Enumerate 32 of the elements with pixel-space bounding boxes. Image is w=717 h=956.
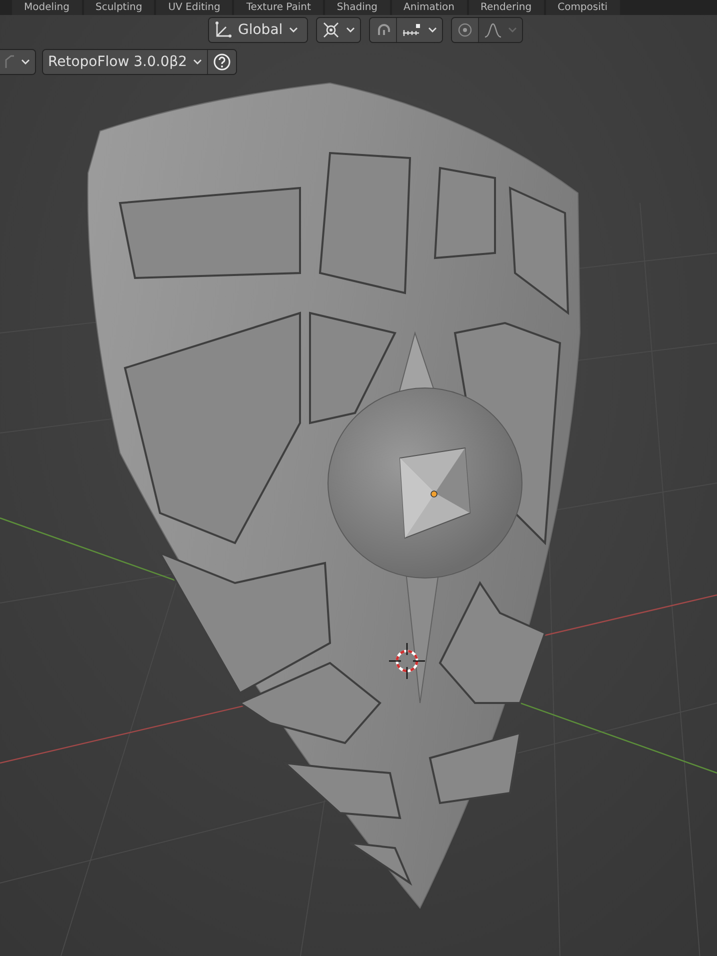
help-icon xyxy=(213,53,232,71)
caret-icon xyxy=(508,27,517,33)
bell-curve-icon xyxy=(484,22,502,38)
mode-dropdown[interactable] xyxy=(0,50,35,74)
workspace-tab[interactable]: UV Editing xyxy=(156,0,232,15)
3d-cursor-icon xyxy=(388,642,426,680)
pivot-icon xyxy=(322,21,340,39)
workspace-tab[interactable]: Texture Paint xyxy=(234,0,323,15)
axes-icon xyxy=(214,21,232,39)
increment-icon xyxy=(402,22,422,38)
caret-icon xyxy=(288,27,298,33)
tool-icon xyxy=(5,55,15,69)
workspace-tab[interactable]: Rendering xyxy=(468,0,544,15)
proportional-editing-toggle[interactable] xyxy=(452,18,479,42)
origin-dot xyxy=(430,490,438,498)
transform-orientation-dropdown[interactable]: Global xyxy=(209,18,307,42)
workspace-tab[interactable]: Animation xyxy=(392,0,467,15)
workspace-tab[interactable]: Compositi xyxy=(546,0,620,15)
snap-toggle[interactable] xyxy=(370,18,397,42)
workspace-tab[interactable]: Shading xyxy=(324,0,390,15)
help-button[interactable] xyxy=(208,50,236,74)
caret-icon xyxy=(21,59,30,65)
workspace-tab[interactable]: Modeling xyxy=(12,0,82,15)
pivot-point-dropdown[interactable] xyxy=(317,18,360,42)
magnet-icon xyxy=(375,22,391,38)
caret-icon xyxy=(428,27,437,33)
caret-icon xyxy=(346,27,355,33)
snap-target-dropdown[interactable] xyxy=(397,18,442,42)
workspace-tab[interactable]: Sculpting xyxy=(84,0,154,15)
circle-dot-icon xyxy=(457,22,473,38)
retopoflow-menu[interactable]: RetopoFlow 3.0.0β2 xyxy=(43,50,208,74)
caret-icon xyxy=(193,59,202,65)
